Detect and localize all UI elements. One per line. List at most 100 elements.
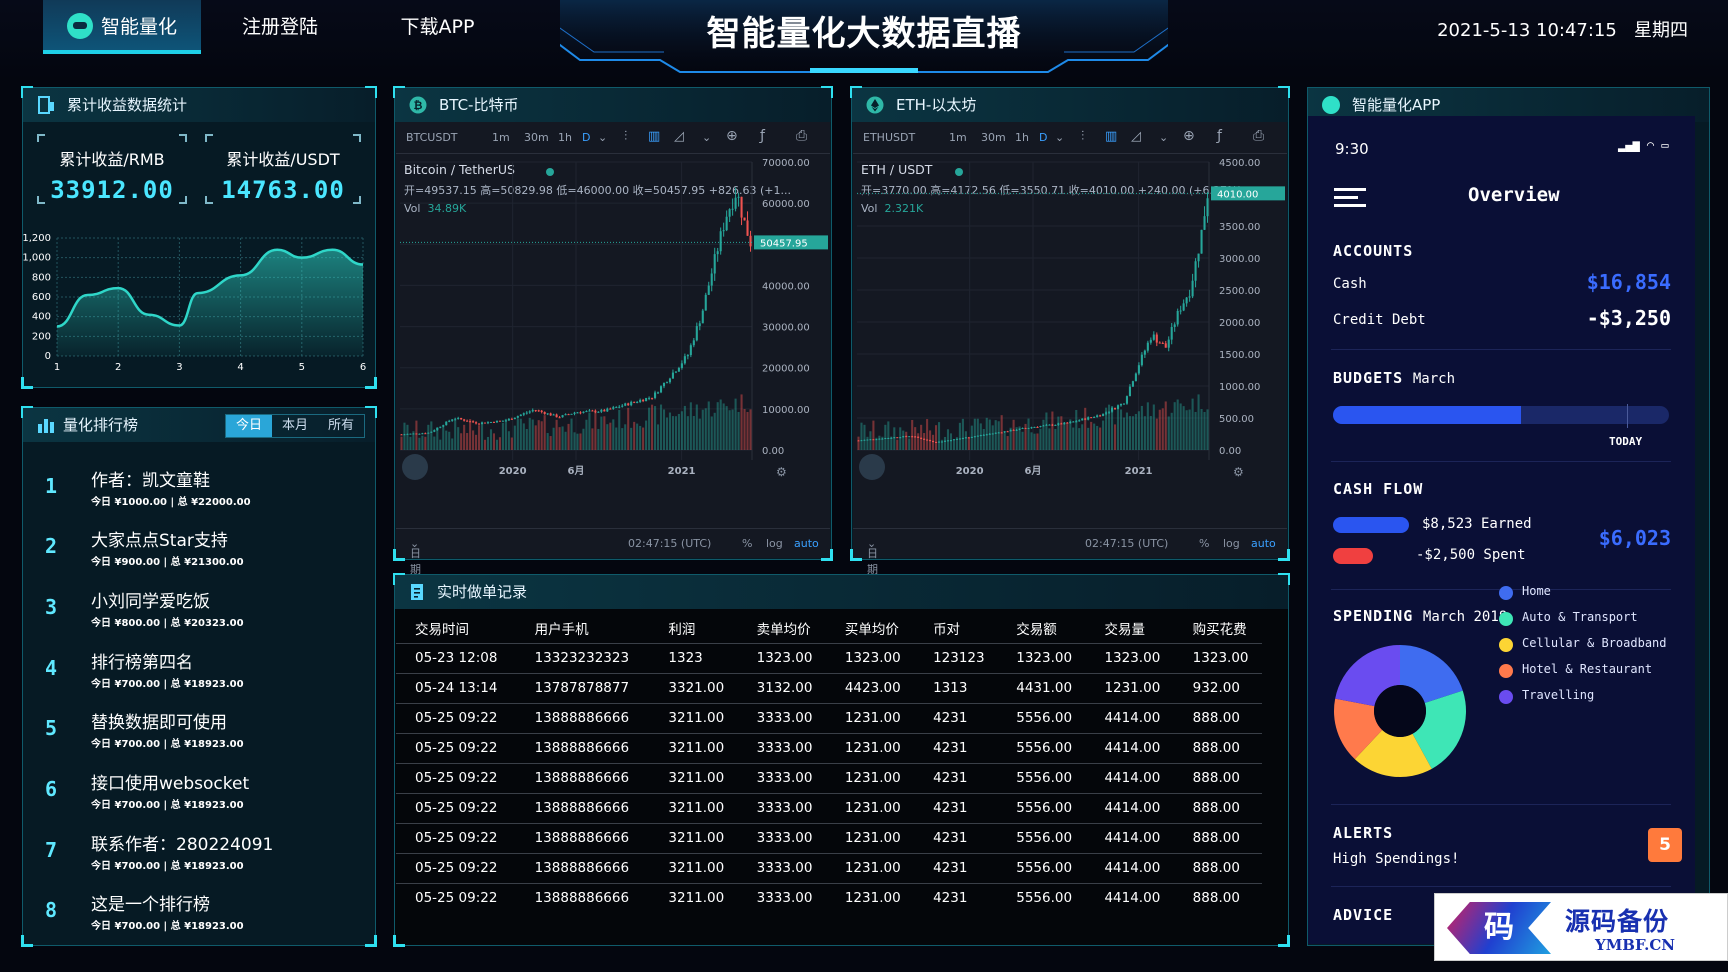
- nav-tab-register[interactable]: 注册登陆: [220, 0, 340, 54]
- candles-icon[interactable]: ▥: [1105, 129, 1117, 144]
- volume-bar: [683, 405, 686, 450]
- eth-title: ETH-以太坊: [896, 96, 977, 114]
- btc-interval-d[interactable]: D: [582, 131, 590, 144]
- tv-logo-icon[interactable]: [402, 454, 428, 480]
- candle-body: [421, 433, 424, 435]
- accounts-label: ACCOUNTS: [1333, 242, 1414, 260]
- y-tick-label: 0.00: [762, 446, 784, 457]
- rank-item: 2 大家点点Star支持 今日 ¥900.00 | 总 ¥21300.00: [39, 526, 339, 576]
- eth-interval-1m[interactable]: 1m: [949, 131, 967, 144]
- budgets-heading: BUDGETS March: [1333, 368, 1455, 387]
- auto-toggle[interactable]: auto: [794, 537, 819, 550]
- candle-body: [1152, 334, 1155, 340]
- candle-body: [1125, 396, 1129, 404]
- log-toggle[interactable]: log: [766, 537, 783, 550]
- candle-body: [701, 310, 704, 324]
- volume-bar: [418, 437, 421, 450]
- volume-bar: [489, 429, 493, 450]
- volume-bar: [1179, 403, 1182, 450]
- volume-bar: [1194, 411, 1197, 450]
- btc-interval-30m[interactable]: 30m: [524, 131, 549, 144]
- volume-bar: [665, 417, 669, 450]
- table-row[interactable]: 05-25 09:22 13888886666 3211.00 3333.00 1231…: [396, 882, 1262, 913]
- percent-toggle[interactable]: %: [1199, 537, 1209, 550]
- camera-icon[interactable]: ⎙: [1253, 128, 1264, 144]
- table-row[interactable]: 05-24 13:14 13787878877 3321.00 3132.00 4423…: [396, 672, 1262, 703]
- indicator-add-icon[interactable]: ⊕: [1183, 128, 1195, 144]
- function-icon[interactable]: ƒ: [760, 128, 765, 144]
- chevron-down-icon[interactable]: ⌄: [1055, 131, 1064, 144]
- volume-bar: [662, 409, 666, 450]
- date-range-button[interactable]: 日期范围 ⌄: [410, 537, 421, 608]
- candle-body: [734, 197, 737, 209]
- nav-tab-download-app[interactable]: 下载APP: [380, 0, 495, 54]
- candle-body: [1188, 296, 1191, 298]
- tab-month[interactable]: 本月: [272, 415, 318, 437]
- volume-bar: [627, 407, 630, 450]
- volume-bar: [725, 406, 728, 450]
- spent-bar: [1333, 548, 1373, 564]
- table-row[interactable]: 05-25 09:22 13888886666 3211.00 3333.00 1231…: [396, 852, 1262, 883]
- table-cell: 1323.00: [997, 642, 1086, 673]
- legend-dot: [1499, 638, 1513, 652]
- rank-item: 8 这是一个排行榜 今日 ¥700.00 | 总 ¥18923.00: [39, 890, 339, 940]
- candle-body: [982, 434, 985, 436]
- function-icon[interactable]: ƒ: [1217, 128, 1222, 144]
- eth-interval-1h[interactable]: 1h: [1015, 131, 1029, 144]
- table-row[interactable]: 05-25 09:22 13888886666 3211.00 3333.00 1231…: [396, 732, 1262, 763]
- auto-toggle[interactable]: auto: [1251, 537, 1276, 550]
- chevron-down-icon[interactable]: ⌄: [702, 131, 711, 144]
- volume-bar: [866, 436, 869, 450]
- btc-symbol[interactable]: BTCUSDT: [406, 131, 458, 144]
- tab-all[interactable]: 所有: [318, 415, 364, 437]
- eth-candlestick-chart[interactable]: 4500.004000.003500.003000.002500.002000.…: [853, 154, 1289, 530]
- eth-interval-30m[interactable]: 30m: [981, 131, 1006, 144]
- chevron-down-icon[interactable]: ⌄: [598, 131, 607, 144]
- chart-type-icon[interactable]: ⫶: [624, 129, 627, 144]
- candle-body: [415, 433, 418, 435]
- menu-icon[interactable]: [1334, 188, 1366, 191]
- table-row[interactable]: 05-23 12:08 13323232323 1323 1323.00 1323.00…: [396, 642, 1262, 673]
- area-icon[interactable]: ◿: [674, 129, 684, 144]
- camera-icon[interactable]: ⎙: [796, 128, 807, 144]
- rank-name: 小刘同学爱吃饭: [91, 592, 210, 612]
- chart-type-icon[interactable]: ⫶: [1081, 129, 1084, 144]
- table-row[interactable]: 05-25 09:22 13888886666 3211.00 3333.00 1231…: [396, 822, 1262, 853]
- candle-body: [866, 439, 869, 441]
- candle-body: [1030, 427, 1033, 429]
- y-tick-label: 1,200: [23, 233, 51, 244]
- table-row[interactable]: 05-25 09:22 13888886666 3211.00 3333.00 1231…: [396, 762, 1262, 793]
- rank-number: 4: [44, 656, 58, 680]
- eth-interval-d[interactable]: D: [1039, 131, 1047, 144]
- percent-toggle[interactable]: %: [742, 537, 752, 550]
- volume-bar: [1143, 416, 1146, 450]
- tv-logo-icon[interactable]: [859, 454, 885, 480]
- candle-body: [636, 402, 639, 404]
- volume-bar: [952, 439, 955, 450]
- tab-today[interactable]: 今日: [226, 415, 272, 437]
- nav-tab-home[interactable]: 智能量化: [43, 0, 201, 54]
- eth-symbol[interactable]: ETHUSDT: [863, 131, 915, 144]
- candle-body: [510, 418, 513, 420]
- btc-candlestick-chart[interactable]: 70000.0060000.0050000.0040000.0030000.00…: [396, 154, 832, 530]
- y-tick-label: 2500.00: [1219, 286, 1260, 297]
- table-cell: 1323.00: [1085, 642, 1174, 673]
- chevron-down-icon[interactable]: ⌄: [1159, 131, 1168, 144]
- table-row[interactable]: 05-25 09:22 13888886666 3211.00 3333.00 1231…: [396, 792, 1262, 823]
- table-cell: 05-25 09:22: [396, 852, 516, 883]
- candles-icon[interactable]: ▥: [648, 129, 660, 144]
- btc-interval-1h[interactable]: 1h: [558, 131, 572, 144]
- area-icon[interactable]: ◿: [1131, 129, 1141, 144]
- date-range-button[interactable]: 日期范围 ⌄: [867, 537, 878, 608]
- overview-heading: Overview: [1468, 184, 1560, 206]
- candle-body: [1063, 422, 1066, 425]
- rmb-stat: 累计收益/RMB 33912.00: [37, 134, 187, 204]
- indicator-add-icon[interactable]: ⊕: [726, 128, 738, 144]
- log-toggle[interactable]: log: [1223, 537, 1240, 550]
- table-row[interactable]: 05-25 09:22 13888886666 3211.00 3333.00 1231…: [396, 702, 1262, 733]
- candle-body: [1015, 429, 1018, 431]
- btc-interval-1m[interactable]: 1m: [492, 131, 510, 144]
- alerts-count-badge[interactable]: 5: [1648, 828, 1682, 862]
- volume-bar: [612, 419, 615, 450]
- volume-bar: [1149, 416, 1152, 450]
